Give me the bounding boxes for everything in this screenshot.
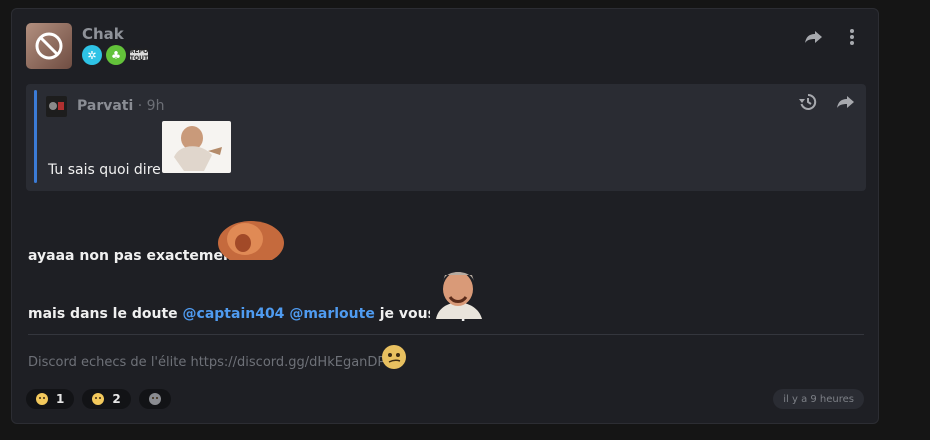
snowflake-badge-icon[interactable]: ✲ <box>82 45 102 65</box>
share-icon[interactable] <box>836 92 856 112</box>
quote-author[interactable]: Parvati · 9h <box>77 98 164 114</box>
post-actions <box>804 27 862 47</box>
message-text-1: ayaaa non pas exactement <box>28 248 240 264</box>
slight-frown-emoji <box>36 393 48 405</box>
signature-text[interactable]: Discord echecs de l'élite https://discor… <box>28 355 398 370</box>
smirk-emoji-icon <box>380 344 408 370</box>
blocked-icon <box>35 32 63 60</box>
laughing-man-sticker-image <box>430 267 487 319</box>
more-vertical-icon[interactable] <box>842 27 862 47</box>
quote-text: Tu sais quoi dire <box>48 162 161 178</box>
history-icon[interactable] <box>798 92 818 112</box>
quote-accent-bar <box>34 90 37 183</box>
quote-author-name[interactable]: Parvati <box>77 98 133 114</box>
message-line-2: mais dans le doute @captain404 @marloute… <box>28 306 485 322</box>
mention-captain404[interactable]: @captain404 <box>183 306 285 322</box>
quote-actions <box>798 92 856 112</box>
leaf-badge-icon[interactable]: ♣ <box>106 45 126 65</box>
quote-time: · 9h <box>133 98 165 114</box>
reaction-pill[interactable]: 2 <box>82 389 131 409</box>
quote-avatar[interactable] <box>46 96 67 117</box>
reactions: 1 2 <box>26 389 171 409</box>
message-text-2: mais dans le doute <box>28 306 178 322</box>
signature: Discord echecs de l'élite https://discor… <box>28 355 398 370</box>
add-reaction-icon <box>148 393 161 405</box>
share-icon[interactable] <box>804 27 824 47</box>
reaction-pill[interactable]: 1 <box>26 389 75 409</box>
reaction-count: 2 <box>112 392 121 406</box>
avatar[interactable] <box>26 23 72 69</box>
sad-sweat-emoji <box>92 393 105 405</box>
quote-sticker-image <box>162 121 231 173</box>
post-timestamp: il y a 9 heures <box>773 389 864 409</box>
divider <box>28 334 864 335</box>
author-name[interactable]: Chak <box>82 25 124 43</box>
reaction-count: 1 <box>56 392 65 406</box>
message-line-1: ayaaa non pas exactement <box>28 248 240 264</box>
post-card: Chak ✲ ♣ REPO TOUT Parvati · 9h Tu sais … <box>11 8 879 424</box>
face-sticker-image <box>215 213 284 265</box>
mention-marloute[interactable]: @marloute <box>289 306 375 322</box>
mini-badge-icon[interactable]: REPO TOUT <box>130 48 148 62</box>
add-reaction-button[interactable] <box>138 389 171 409</box>
user-badges: ✲ ♣ REPO TOUT <box>82 45 148 65</box>
quoted-message: Parvati · 9h Tu sais quoi dire <box>26 84 866 191</box>
